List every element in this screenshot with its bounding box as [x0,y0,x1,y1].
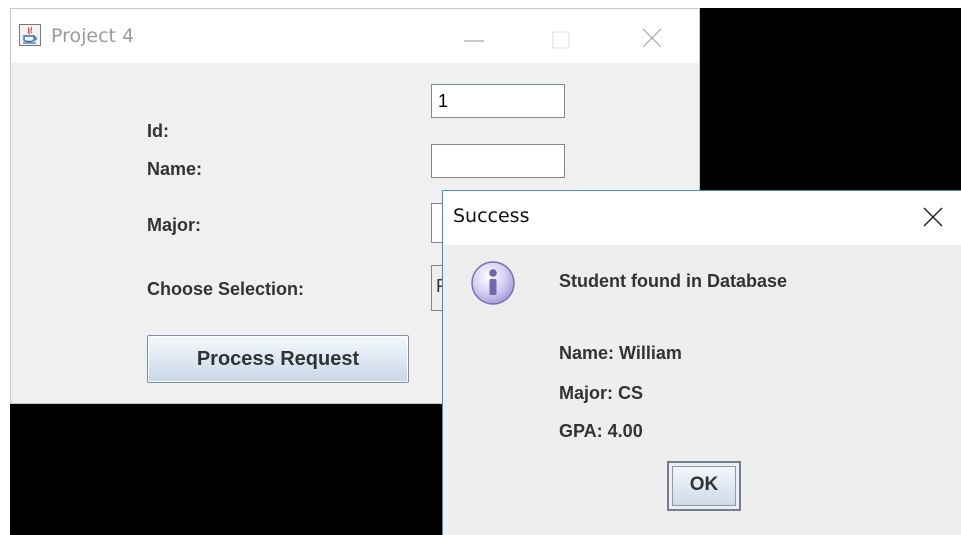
id-label: Id: [147,121,169,141]
ok-button[interactable]: OK [667,461,741,511]
dialog-titlebar[interactable]: Success [443,191,961,245]
minimize-icon [464,40,484,42]
dialog-title: Success [453,205,530,227]
ok-button-label: OK [672,466,736,506]
dialog-close-button[interactable] [921,205,945,229]
major-label: Major: [147,215,201,235]
name-field[interactable] [431,144,565,178]
java-app-icon [19,24,41,46]
close-icon [642,28,662,48]
id-field[interactable] [431,84,565,118]
choose-selection-label: Choose Selection: [147,279,305,299]
maximize-button[interactable] [539,17,585,57]
process-request-button[interactable]: Process Request [147,335,409,383]
window-close-button[interactable] [629,17,675,57]
close-icon [923,207,943,227]
student-gpa: GPA: 4.00 [559,421,643,441]
info-icon [469,259,517,307]
maximize-icon [552,31,570,49]
success-dialog: Success Student found in Database Name: … [442,190,961,535]
student-major: Major: CS [559,383,644,403]
window-title: Project 4 [51,25,135,47]
window-titlebar[interactable]: Project 4 [11,9,699,63]
name-label: Name: [147,159,203,179]
student-name: Name: William [559,343,682,363]
screen: Project 4 Id: Name: Major: [0,0,961,535]
dialog-message: Student found in Database [559,271,788,291]
minimize-button[interactable] [451,17,497,57]
